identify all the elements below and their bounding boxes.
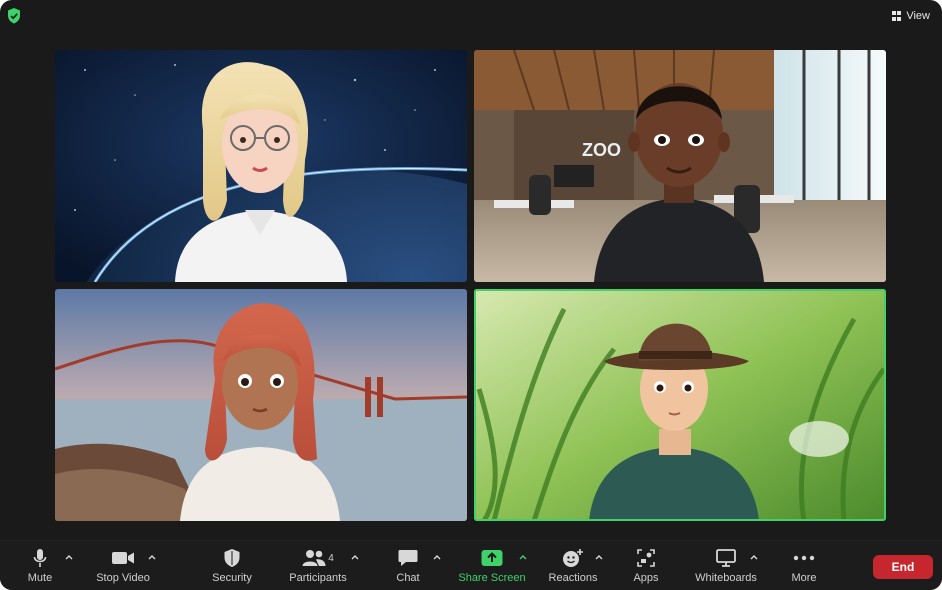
meeting-window: View ZOO Mute Stop Video Security 4 Part… (0, 0, 942, 590)
participants-button[interactable]: 4 Participants (286, 547, 350, 587)
end-meeting-button[interactable]: End (873, 555, 933, 579)
reactions-button[interactable]: Reactions (545, 547, 601, 587)
whiteboards-label: Whiteboards (695, 572, 757, 584)
mute-options-chevron-up-icon[interactable] (64, 553, 74, 561)
participants-options-chevron-up-icon[interactable] (350, 553, 360, 561)
view-label: View (906, 10, 930, 22)
security-button[interactable]: Security (208, 547, 256, 587)
reactions-label: Reactions (548, 572, 598, 584)
meeting-controls-toolbar: Mute Stop Video Security 4 Participants … (0, 540, 942, 590)
whiteboard-icon (716, 549, 736, 567)
security-shield-icon (224, 549, 240, 567)
reactions-smiley-icon (563, 549, 583, 567)
share-options-chevron-up-icon[interactable] (518, 553, 528, 561)
reactions-options-chevron-up-icon[interactable] (594, 553, 604, 561)
chat-button[interactable]: Chat (392, 547, 424, 587)
more-label: More (791, 572, 817, 584)
video-tile-grass-avatar[interactable] (474, 289, 886, 521)
video-tile-bridge-avatar[interactable] (55, 289, 467, 521)
security-label: Security (212, 572, 252, 584)
mute-label: Mute (27, 572, 53, 584)
more-button[interactable]: More (787, 547, 821, 587)
chat-bubble-icon (398, 550, 418, 566)
apps-icon (637, 549, 655, 567)
participants-people-icon (302, 550, 326, 566)
top-bar: View (0, 0, 942, 32)
microphone-icon (33, 549, 47, 567)
view-button[interactable]: View (891, 8, 930, 24)
apps-label: Apps (633, 572, 659, 584)
mute-button[interactable]: Mute (22, 547, 58, 587)
video-tile-space-avatar[interactable] (55, 50, 467, 282)
more-ellipsis-icon (793, 555, 815, 561)
stop-video-label: Stop Video (96, 572, 150, 584)
chat-label: Chat (396, 572, 420, 584)
apps-button[interactable]: Apps (630, 547, 662, 587)
whiteboards-options-chevron-up-icon[interactable] (749, 553, 759, 561)
video-options-chevron-up-icon[interactable] (147, 553, 157, 561)
grid-view-icon (891, 11, 902, 21)
participants-label: Participants (289, 572, 347, 584)
participants-count: 4 (328, 552, 334, 564)
video-camera-icon (112, 552, 134, 564)
encryption-shield-icon[interactable] (7, 8, 21, 24)
share-screen-label: Share Screen (458, 572, 526, 584)
office-wall-sign: ZOO (582, 140, 621, 160)
video-tile-office-avatar[interactable]: ZOO (474, 50, 886, 282)
chat-options-chevron-up-icon[interactable] (432, 553, 442, 561)
stop-video-button[interactable]: Stop Video (92, 547, 154, 587)
share-screen-arrow-icon (481, 550, 503, 566)
